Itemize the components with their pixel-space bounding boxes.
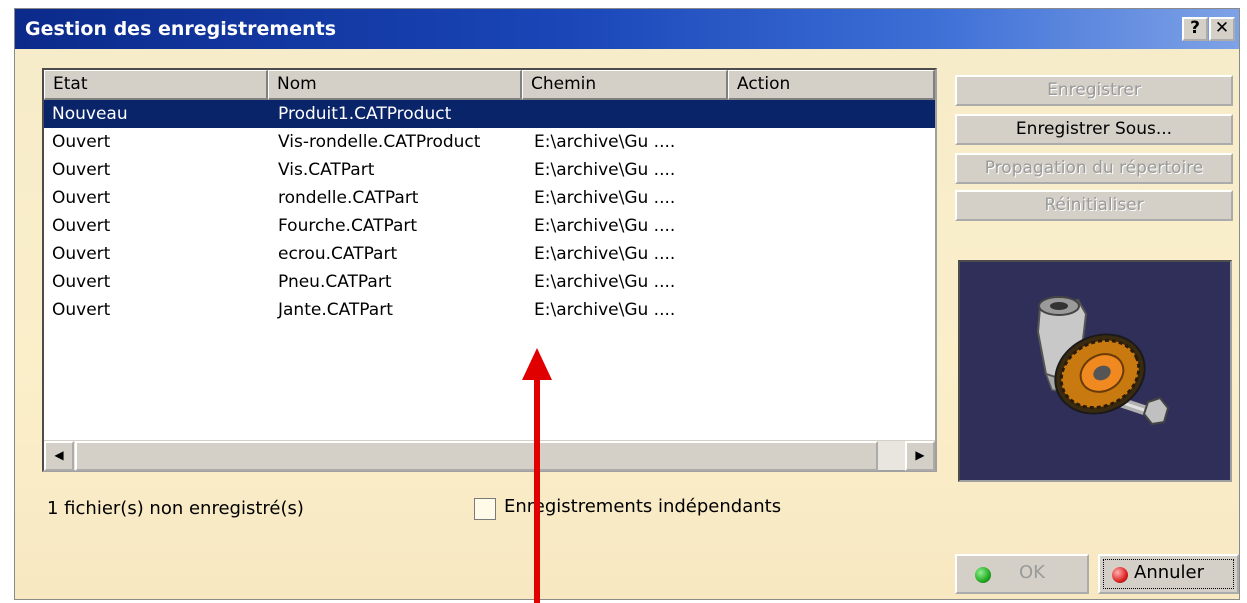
- cell-etat: Nouveau: [52, 104, 128, 124]
- cell-nom: Vis-rondelle.CATProduct: [278, 132, 481, 152]
- cell-chemin: E:\archive\Gu ....: [534, 300, 676, 320]
- cell-etat: Ouvert: [52, 244, 111, 264]
- cell-etat: Ouvert: [52, 272, 111, 292]
- green-dot-icon: [975, 567, 991, 583]
- status-text: 1 fichier(s) non enregistré(s): [47, 498, 304, 519]
- propagate-directory-button[interactable]: Propagation du répertoire: [955, 153, 1233, 184]
- cell-nom: Pneu.CATPart: [278, 272, 392, 292]
- cell-chemin: E:\archive\Gu ....: [534, 188, 676, 208]
- ok-button[interactable]: OK: [955, 554, 1089, 594]
- documents-list[interactable]: Etat Nom Chemin Action Nouveau Produit1.C…: [42, 68, 937, 472]
- cell-nom: rondelle.CATPart: [278, 188, 419, 208]
- title-bar: Gestion des enregistrements ? ✕: [15, 9, 1239, 49]
- cell-etat: Ouvert: [52, 300, 111, 320]
- cell-nom: Produit1.CATProduct: [278, 104, 452, 124]
- cell-etat: Ouvert: [52, 160, 111, 180]
- cell-nom: Vis.CATPart: [278, 160, 375, 180]
- cell-nom: Jante.CATPart: [278, 300, 393, 320]
- table-row[interactable]: Ouvert Jante.CATPart E:\archive\Gu ....: [44, 296, 935, 324]
- column-header-etat[interactable]: Etat: [44, 70, 268, 100]
- reset-button[interactable]: Réinitialiser: [955, 190, 1233, 221]
- cell-chemin: E:\archive\Gu ....: [534, 132, 676, 152]
- table-row[interactable]: Nouveau Produit1.CATProduct: [44, 100, 935, 128]
- column-header-chemin[interactable]: Chemin: [522, 70, 728, 100]
- table-row[interactable]: Ouvert Vis-rondelle.CATProduct E:\archive\…: [44, 128, 935, 156]
- scroll-right-icon[interactable]: ▶: [905, 441, 935, 471]
- cancel-label: Annuler: [1134, 562, 1205, 583]
- close-button[interactable]: ✕: [1209, 17, 1235, 41]
- cell-chemin: E:\archive\Gu ....: [534, 160, 676, 180]
- table-row[interactable]: Ouvert rondelle.CATPart E:\archive\Gu ....: [44, 184, 935, 212]
- cell-etat: Ouvert: [52, 132, 111, 152]
- preview-pane: [958, 260, 1232, 482]
- column-header-nom[interactable]: Nom: [268, 70, 522, 100]
- cell-nom: ecrou.CATPart: [278, 244, 398, 264]
- cell-chemin: E:\archive\Gu ....: [534, 244, 676, 264]
- independent-saves-checkbox[interactable]: [474, 498, 496, 520]
- cell-chemin: E:\archive\Gu ....: [534, 216, 676, 236]
- mechanical-assembly-icon: [1036, 296, 1170, 426]
- cell-nom: Fourche.CATPart: [278, 216, 418, 236]
- table-row[interactable]: Ouvert Pneu.CATPart E:\archive\Gu ....: [44, 268, 935, 296]
- table-row[interactable]: Ouvert Vis.CATPart E:\archive\Gu ....: [44, 156, 935, 184]
- cell-etat: Ouvert: [52, 216, 111, 236]
- horizontal-scrollbar[interactable]: ◀ ▶: [44, 440, 935, 471]
- save-button[interactable]: Enregistrer: [955, 75, 1233, 106]
- cell-etat: Ouvert: [52, 188, 111, 208]
- help-button[interactable]: ?: [1182, 17, 1208, 41]
- red-dot-icon: [1112, 567, 1128, 583]
- cancel-button[interactable]: Annuler: [1098, 554, 1239, 594]
- cell-chemin: E:\archive\Gu ....: [534, 272, 676, 292]
- annotation-arrow-icon: [522, 348, 552, 603]
- list-header: Etat Nom Chemin Action: [44, 70, 935, 100]
- table-row[interactable]: Ouvert Fourche.CATPart E:\archive\Gu ....: [44, 212, 935, 240]
- scroll-left-icon[interactable]: ◀: [44, 441, 74, 471]
- ok-label: OK: [1019, 562, 1045, 583]
- scrollbar-thumb[interactable]: [75, 441, 878, 471]
- table-row[interactable]: Ouvert ecrou.CATPart E:\archive\Gu ....: [44, 240, 935, 268]
- window-title: Gestion des enregistrements: [25, 18, 337, 40]
- save-as-button[interactable]: Enregistrer Sous...: [955, 114, 1233, 145]
- column-header-action[interactable]: Action: [728, 70, 935, 100]
- save-management-dialog: Gestion des enregistrements ? ✕ Etat Nom…: [14, 8, 1240, 600]
